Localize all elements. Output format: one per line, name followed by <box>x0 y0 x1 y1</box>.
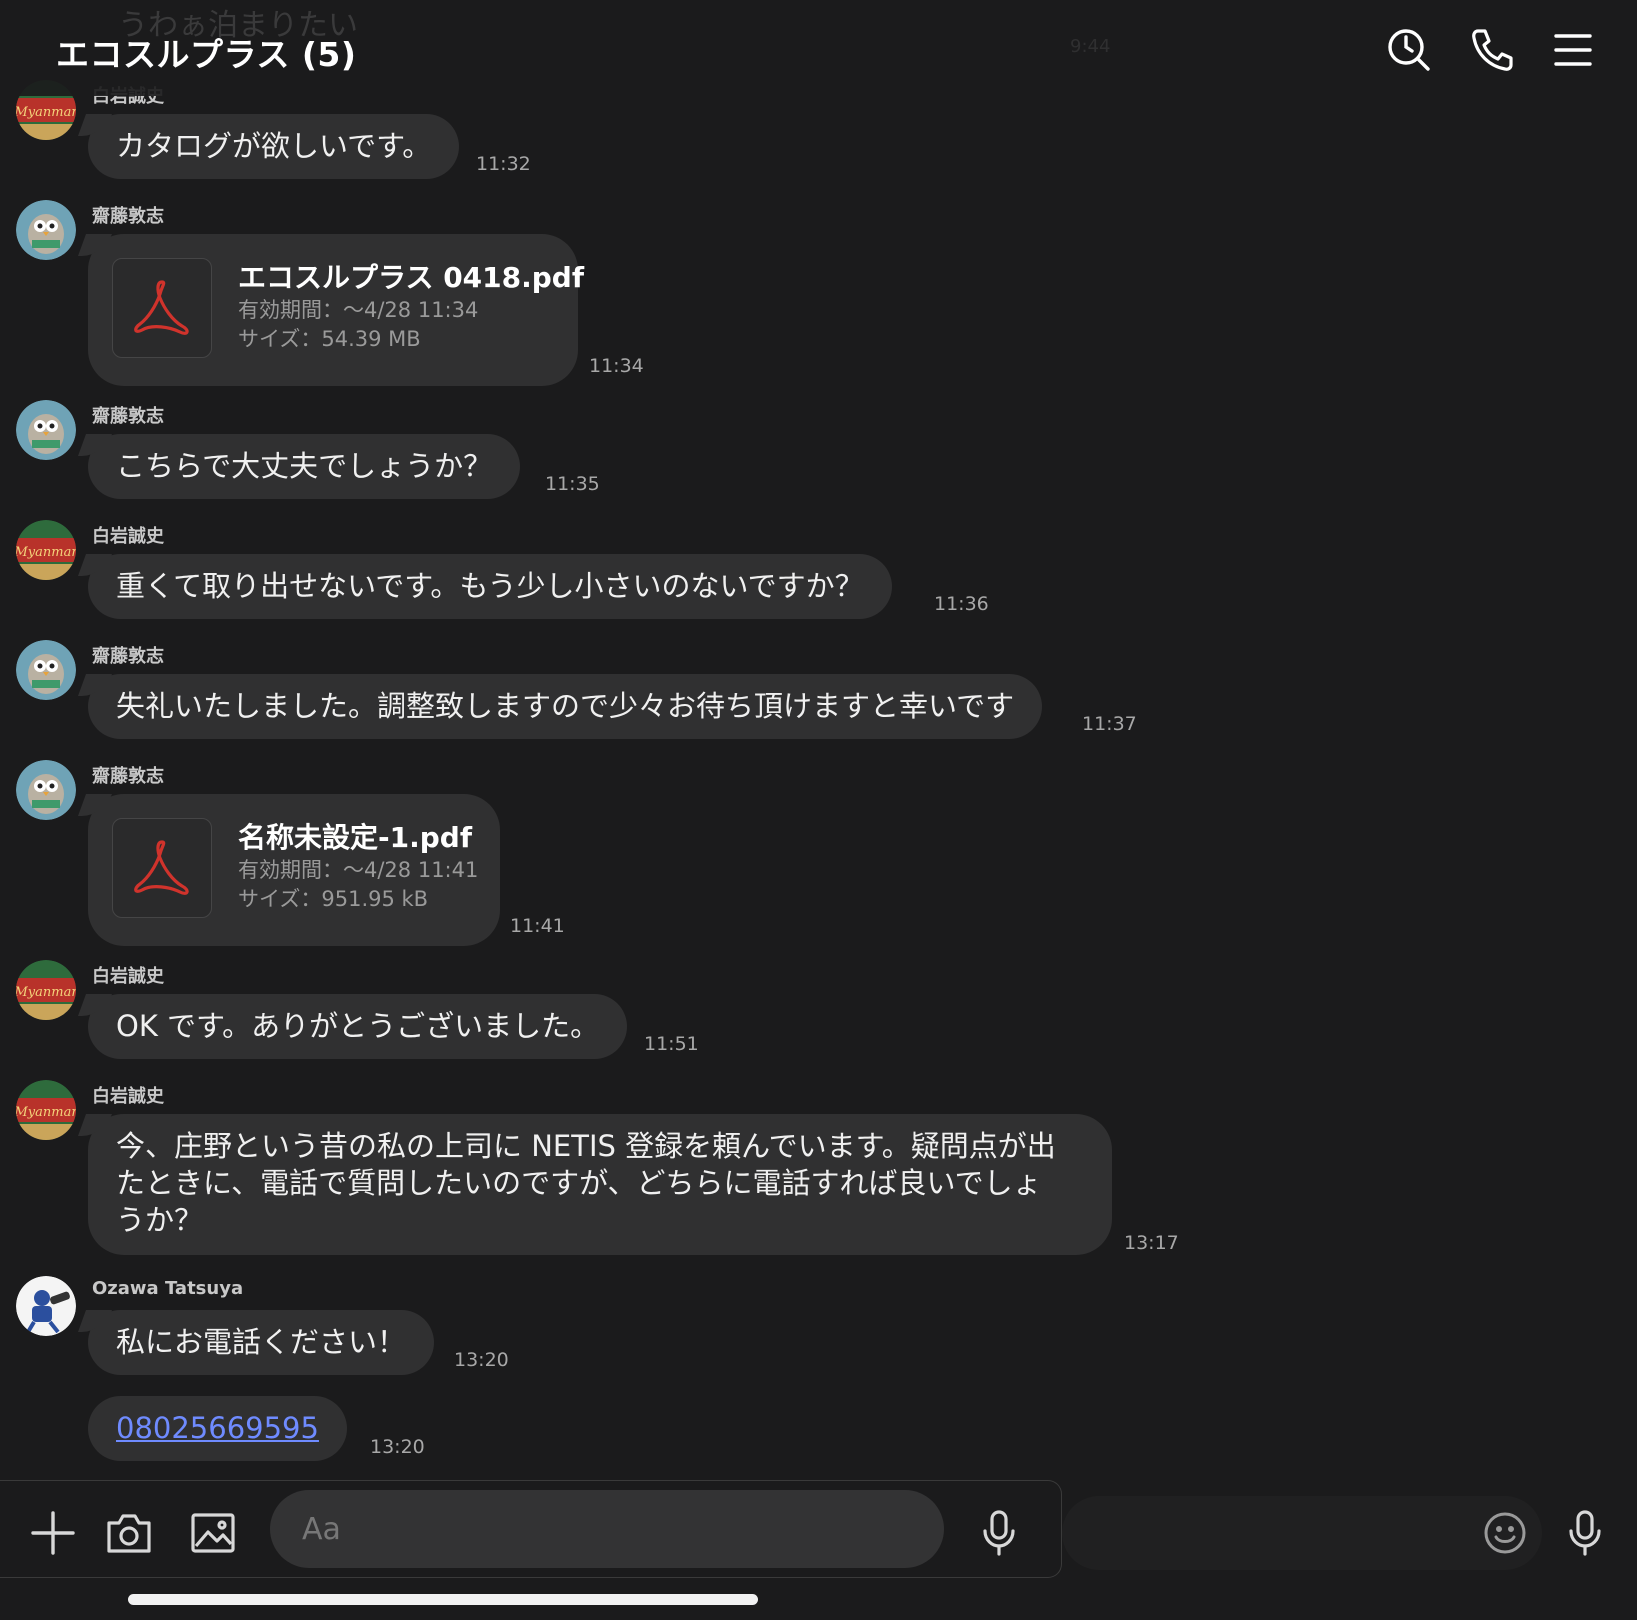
message-time: 11:32 <box>476 153 531 175</box>
voice-icon[interactable] <box>1560 1508 1610 1558</box>
sender-name: 齋藤敦志 <box>92 766 164 787</box>
chat-title: エコスルプラス (5) <box>56 35 357 74</box>
sender-name: 齋藤敦志 <box>92 646 164 667</box>
message-time: 11:34 <box>589 355 644 377</box>
file-message-bubble[interactable]: エコスルプラス 0418.pdf 有効期間：〜4/28 11:34 サイズ：54… <box>88 234 584 386</box>
file-size: サイズ：54.39 MB <box>238 327 421 351</box>
sender-name: 白岩誠史 <box>92 966 164 987</box>
message-bubble[interactable]: 今、庄野という昔の私の上司に NETIS 登録を頼んでいます。疑問点が出 たとき… <box>88 1114 1112 1255</box>
sender-name: Ozawa Tatsuya <box>92 1278 244 1299</box>
owl-avatar[interactable] <box>16 760 76 820</box>
message-time: 11:37 <box>1082 713 1137 735</box>
plus-icon[interactable] <box>28 1508 78 1558</box>
file-expiry: 有効期間：〜4/28 11:34 <box>238 298 479 322</box>
myanmar-beer-avatar[interactable]: Myanmar <box>16 960 76 1020</box>
message-time: 13:20 <box>370 1436 425 1458</box>
owl-avatar[interactable] <box>16 640 76 700</box>
message-time: 11:41 <box>510 915 565 937</box>
message-bubble[interactable]: 私にお電話ください！ <box>88 1310 435 1375</box>
message-bubble[interactable]: OK です。ありがとうございました。 <box>88 994 628 1059</box>
message-bubble[interactable]: 重くて取り出せないです。もう少し小さいのないですか？ <box>88 554 892 619</box>
message-time: 13:20 <box>454 1349 509 1371</box>
message-time: 11:51 <box>644 1033 699 1055</box>
file-message-bubble[interactable]: 名称未設定-1.pdf 有効期間：〜4/28 11:41 サイズ：951.95 … <box>88 794 500 946</box>
clock-search-icon[interactable] <box>1385 26 1433 74</box>
message-text: 重くて取り出せないです。もう少し小さいのないですか？ <box>116 569 864 603</box>
message-time: 11:35 <box>545 473 600 495</box>
message-text-line: 今、庄野という昔の私の上司に NETIS 登録を頼んでいます。疑問点が出 <box>116 1129 1056 1163</box>
camera-icon[interactable] <box>104 1508 154 1558</box>
myanmar-beer-avatar[interactable]: Myanmar <box>16 1080 76 1140</box>
message-time: 11:36 <box>934 593 989 615</box>
message-bubble[interactable]: カタログが欲しいです。 <box>88 114 460 179</box>
message-bubble[interactable]: こちらで大丈夫でしょうか？ <box>88 434 521 499</box>
svg-text:Myanmar: Myanmar <box>16 545 76 560</box>
message-input[interactable] <box>270 1490 944 1568</box>
owl-avatar[interactable] <box>16 200 76 260</box>
file-name: エコスルプラス 0418.pdf <box>238 261 585 294</box>
message-text: 私にお電話ください！ <box>116 1325 407 1359</box>
message-text: こちらで大丈夫でしょうか？ <box>116 449 493 483</box>
sender-name: 齋藤敦志 <box>92 206 164 227</box>
file-name: 名称未設定-1.pdf <box>238 821 473 854</box>
sender-name: 白岩誠史 <box>92 1086 164 1107</box>
chat-screen: うわぁ泊まりたい 9:44 エコスルプラス (5) Myanmar 白岩誠史 カ… <box>0 0 1637 1620</box>
svg-text:Myanmar: Myanmar <box>16 1105 76 1120</box>
owl-avatar[interactable] <box>16 400 76 460</box>
file-expiry: 有効期間：〜4/28 11:41 <box>238 858 479 882</box>
phone-icon[interactable] <box>1468 26 1516 74</box>
message-text: 失礼いたしました。調整致しますので少々お待ち頂けますと幸いです <box>116 689 1015 723</box>
file-size: サイズ：951.95 kB <box>238 887 429 911</box>
home-indicator <box>128 1594 758 1605</box>
message-text: OK です。ありがとうございました。 <box>116 1009 600 1043</box>
myanmar-beer-avatar[interactable]: Myanmar <box>16 520 76 580</box>
pdf-file-icon <box>112 818 212 918</box>
emoji-icon[interactable] <box>1480 1508 1530 1558</box>
pdf-file-icon <box>112 258 212 358</box>
scrolled-message-ghost-time: 9:44 <box>1070 36 1111 57</box>
sender-name: 齋藤敦志 <box>92 406 164 427</box>
message-time: 13:17 <box>1124 1232 1179 1254</box>
menu-icon[interactable] <box>1549 26 1597 74</box>
sender-name: 白岩誠史 <box>92 526 164 547</box>
microphone-icon[interactable] <box>974 1508 1024 1558</box>
svg-text:Myanmar: Myanmar <box>16 105 76 120</box>
message-bubble[interactable]: 失礼いたしました。調整致しますので少々お待ち頂けますと幸いです <box>88 674 1043 739</box>
message-text: カタログが欲しいです。 <box>116 129 432 163</box>
player-avatar[interactable] <box>16 1276 76 1336</box>
composer-right-area <box>1062 1496 1542 1570</box>
chat-header: うわぁ泊まりたい 9:44 エコスルプラス (5) <box>0 0 1637 96</box>
message-input-box[interactable] <box>270 1490 944 1568</box>
svg-text:Myanmar: Myanmar <box>16 985 76 1000</box>
message-text-line: うか？ <box>116 1203 204 1237</box>
message-text-line: たときに、電話で質問したいのですが、どちらに電話すれば良いでしょ <box>116 1166 1042 1200</box>
image-icon[interactable] <box>188 1508 238 1558</box>
link-message-bubble[interactable]: 08025669595 <box>88 1396 347 1461</box>
phone-number-link[interactable]: 08025669595 <box>116 1411 319 1445</box>
